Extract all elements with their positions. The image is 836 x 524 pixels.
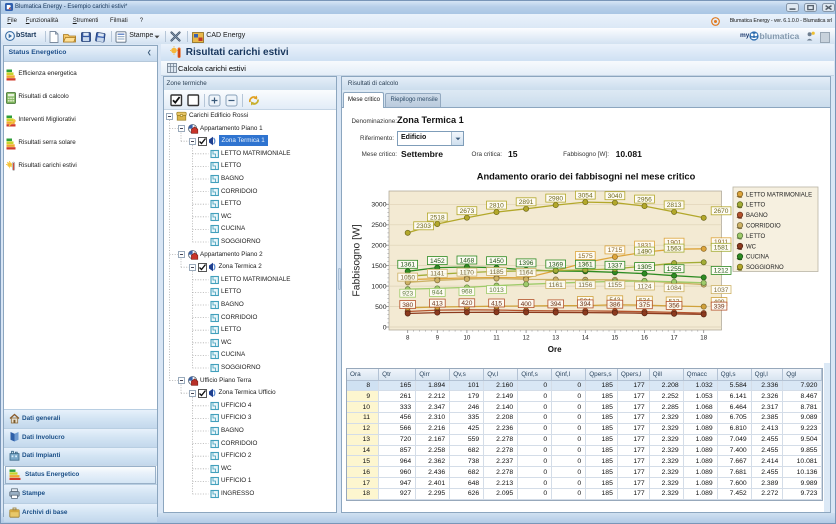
svg-text:380: 380 xyxy=(402,302,413,309)
svg-text:394: 394 xyxy=(580,301,591,308)
svg-text:1361: 1361 xyxy=(400,262,415,269)
svg-text:420: 420 xyxy=(461,300,472,307)
svg-text:1581: 1581 xyxy=(714,245,729,252)
svg-text:968: 968 xyxy=(461,289,472,296)
svg-text:1050: 1050 xyxy=(400,274,415,281)
svg-text:339: 339 xyxy=(714,303,725,310)
svg-text:8: 8 xyxy=(406,335,410,342)
svg-text:500: 500 xyxy=(375,304,387,311)
svg-text:2670: 2670 xyxy=(714,208,729,215)
svg-text:1161: 1161 xyxy=(549,282,564,289)
svg-text:1361: 1361 xyxy=(578,262,593,269)
svg-text:415: 415 xyxy=(491,300,502,307)
svg-text:1000: 1000 xyxy=(371,283,386,290)
svg-text:2891: 2891 xyxy=(519,199,534,206)
svg-text:1450: 1450 xyxy=(489,258,504,265)
svg-text:413: 413 xyxy=(432,300,443,307)
svg-text:1013: 1013 xyxy=(489,287,504,294)
svg-text:1037: 1037 xyxy=(714,287,729,294)
svg-text:CORRIDOIO: CORRIDOIO xyxy=(746,224,781,230)
svg-text:394: 394 xyxy=(550,301,561,308)
svg-text:1212: 1212 xyxy=(714,268,729,275)
svg-text:2303: 2303 xyxy=(416,223,431,230)
svg-text:1715: 1715 xyxy=(608,247,623,254)
svg-text:LETTO MATRIMONIALE: LETTO MATRIMONIALE xyxy=(746,192,812,198)
svg-text:923: 923 xyxy=(402,291,413,298)
svg-text:356: 356 xyxy=(669,303,680,310)
svg-text:1155: 1155 xyxy=(608,282,623,289)
svg-text:1141: 1141 xyxy=(430,271,445,278)
svg-text:1396: 1396 xyxy=(519,260,534,267)
svg-text:1575: 1575 xyxy=(578,253,593,260)
svg-text:2810: 2810 xyxy=(489,202,504,209)
svg-text:3000: 3000 xyxy=(371,202,386,209)
svg-text:1490: 1490 xyxy=(637,248,652,255)
svg-text:SOGGIORNO: SOGGIORNO xyxy=(746,265,784,271)
svg-text:1170: 1170 xyxy=(460,269,475,276)
svg-text:1563: 1563 xyxy=(667,245,682,252)
svg-text:17: 17 xyxy=(671,335,678,342)
svg-text:BAGNO: BAGNO xyxy=(746,213,768,219)
svg-text:Andamento orario dei fabbisogn: Andamento orario dei fabbisogni nel mese… xyxy=(477,172,696,182)
svg-text:11: 11 xyxy=(493,335,500,342)
svg-text:16: 16 xyxy=(641,335,648,342)
svg-text:1124: 1124 xyxy=(637,283,652,290)
svg-text:944: 944 xyxy=(432,290,443,297)
svg-text:375: 375 xyxy=(639,302,650,309)
svg-text:1500: 1500 xyxy=(371,263,386,270)
svg-text:Fabbisogno [W]: Fabbisogno [W] xyxy=(352,224,363,296)
svg-text:1185: 1185 xyxy=(489,269,504,276)
svg-text:18: 18 xyxy=(700,335,707,342)
svg-text:9: 9 xyxy=(436,335,440,342)
svg-text:2980: 2980 xyxy=(548,195,563,202)
svg-text:2500: 2500 xyxy=(371,222,386,229)
svg-text:15: 15 xyxy=(611,335,618,342)
svg-text:CUCINA: CUCINA xyxy=(746,255,769,261)
svg-text:1468: 1468 xyxy=(460,257,475,264)
svg-text:2813: 2813 xyxy=(667,202,682,209)
svg-text:386: 386 xyxy=(609,302,620,309)
svg-text:3054: 3054 xyxy=(578,192,593,199)
svg-text:WC: WC xyxy=(746,244,757,250)
svg-text:LETTO: LETTO xyxy=(746,234,766,240)
svg-text:1084: 1084 xyxy=(667,285,682,292)
svg-text:10: 10 xyxy=(463,335,470,342)
svg-text:400: 400 xyxy=(521,301,532,308)
svg-text:13: 13 xyxy=(552,335,559,342)
svg-text:1255: 1255 xyxy=(667,266,682,273)
svg-text:1164: 1164 xyxy=(519,270,534,277)
svg-text:Ore: Ore xyxy=(548,345,562,354)
svg-text:2000: 2000 xyxy=(371,243,386,250)
svg-text:2673: 2673 xyxy=(460,208,475,215)
svg-text:3040: 3040 xyxy=(608,193,623,200)
svg-text:12: 12 xyxy=(523,335,530,342)
svg-text:2518: 2518 xyxy=(430,214,445,221)
svg-text:14: 14 xyxy=(582,335,589,342)
svg-text:1305: 1305 xyxy=(637,264,652,271)
svg-text:1337: 1337 xyxy=(608,263,623,270)
svg-text:1452: 1452 xyxy=(430,258,445,265)
svg-text:1369: 1369 xyxy=(548,261,563,268)
svg-text:LETTO: LETTO xyxy=(746,203,766,209)
svg-text:0: 0 xyxy=(383,324,387,331)
svg-text:2956: 2956 xyxy=(637,196,652,203)
svg-text:1156: 1156 xyxy=(578,282,593,289)
